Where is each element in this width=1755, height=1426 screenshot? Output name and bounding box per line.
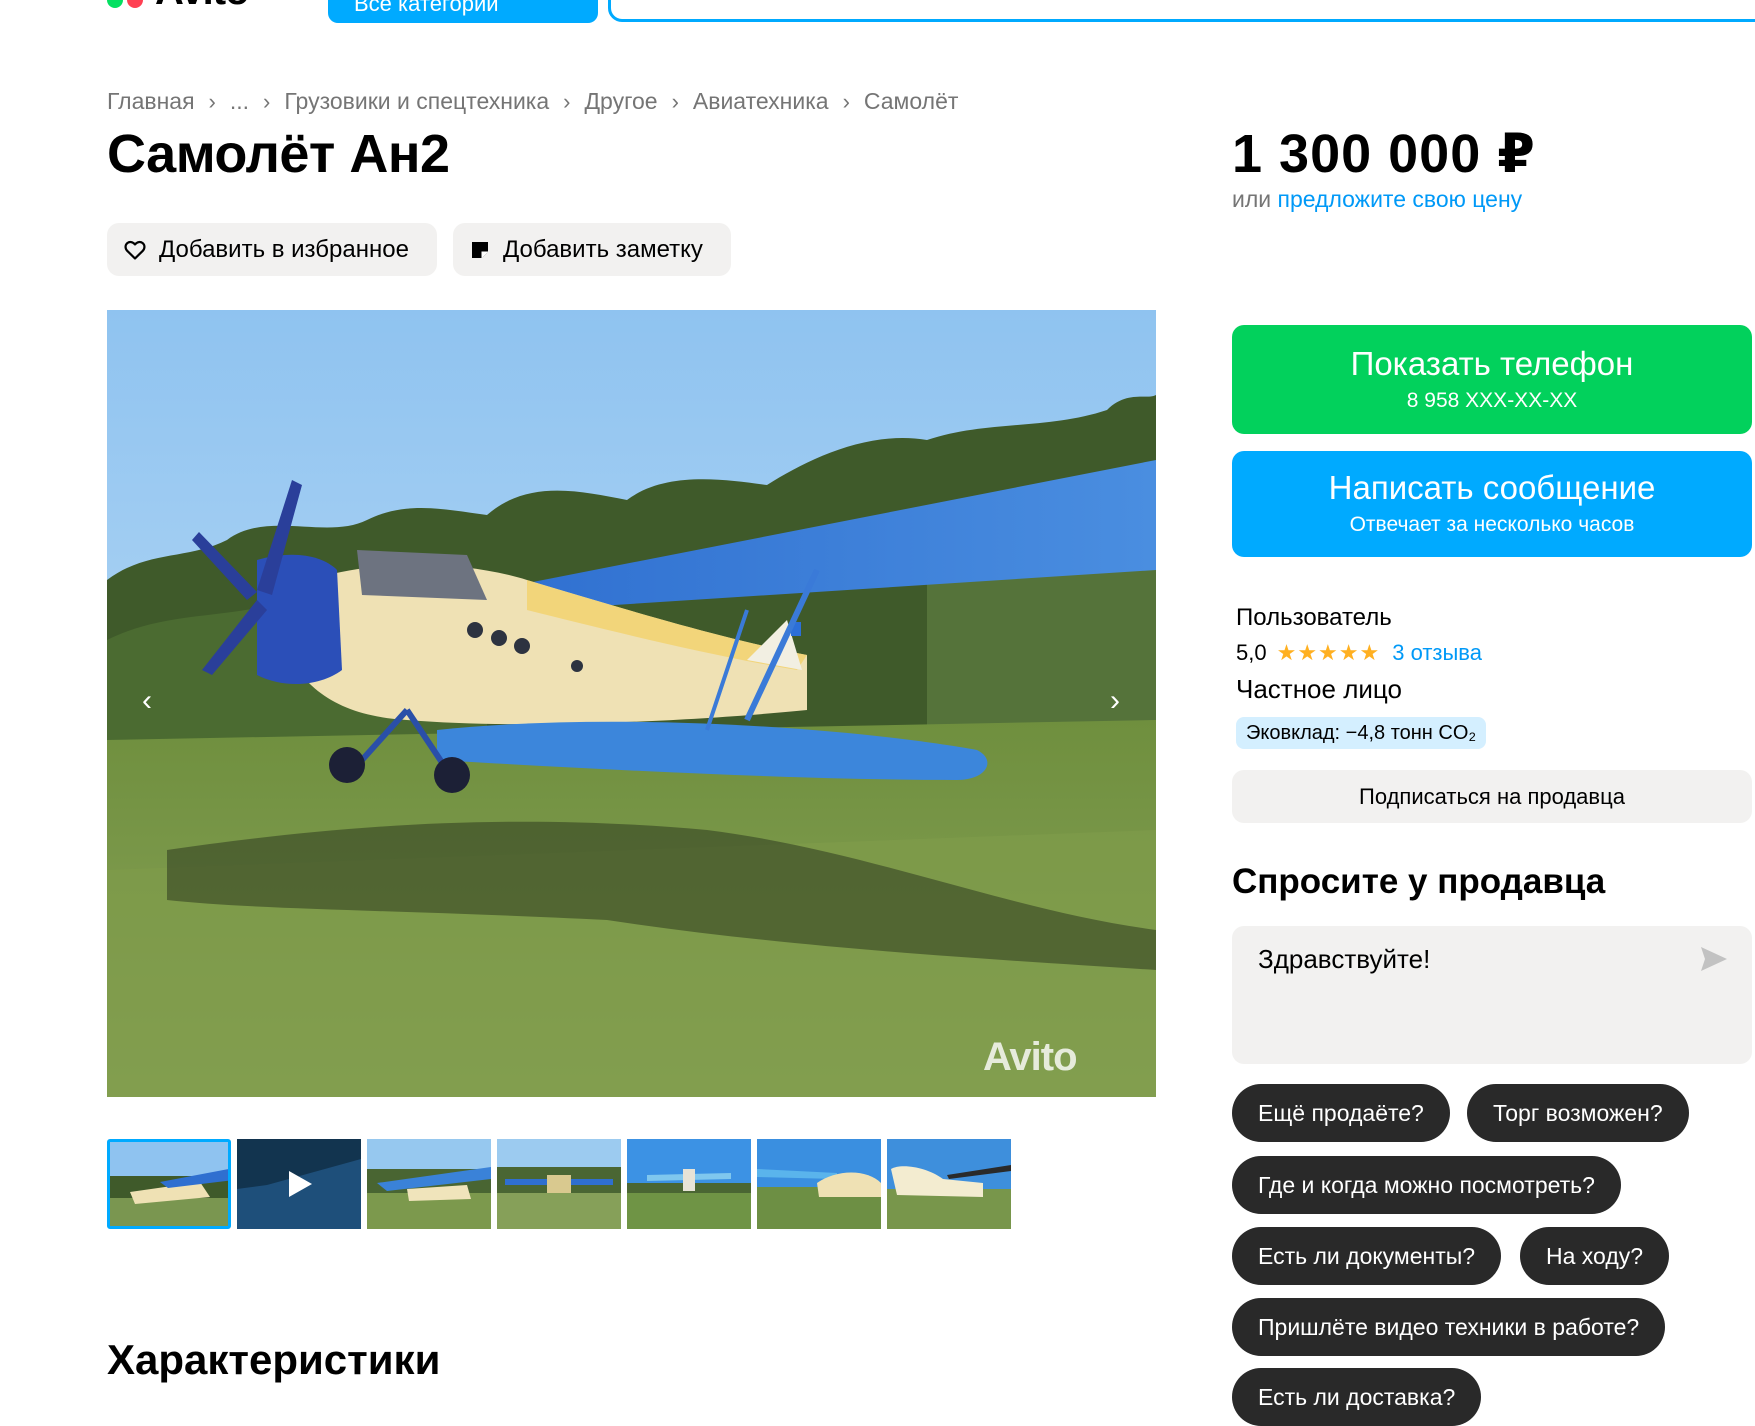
avito-watermark: Avito (983, 1035, 1078, 1079)
breadcrumb: Главная › ... › Грузовики и спецтехника … (107, 88, 958, 115)
airplane-thumbnail-image (757, 1139, 881, 1229)
subscribe-button[interactable]: Подписаться на продавца (1232, 770, 1752, 823)
ask-seller-heading: Спросите у продавца (1232, 862, 1606, 901)
quick-question-chip[interactable]: Ещё продаёте? (1232, 1084, 1450, 1142)
page-title: Самолёт Ан2 (107, 124, 450, 184)
thumbnail-7[interactable] (887, 1139, 1011, 1229)
chevron-right-icon: › (208, 88, 216, 114)
all-categories-button[interactable]: Все категории (328, 0, 598, 23)
heart-icon (124, 240, 146, 260)
airplane-thumbnail-image (367, 1139, 491, 1229)
chevron-right-icon: › (563, 88, 571, 114)
show-phone-label: Показать телефон (1350, 344, 1634, 382)
breadcrumb-home[interactable]: Главная (107, 88, 195, 115)
logo-text: Avito (155, 0, 250, 11)
eco-badge[interactable]: Эковклад: −4,8 тонн CO₂ (1236, 717, 1487, 749)
logo-dot-green (107, 0, 123, 8)
price: 1 300 000 ₽ (1232, 124, 1536, 184)
seller-name[interactable]: Пользователь (1236, 604, 1392, 632)
add-note-button[interactable]: Добавить заметку (453, 223, 731, 276)
chevron-right-icon[interactable]: › (1098, 684, 1132, 718)
airplane-thumbnail-image (627, 1139, 751, 1229)
search-input[interactable] (608, 0, 1755, 22)
quick-question-chip[interactable]: Пришлёте видео техники в работе? (1232, 1298, 1666, 1356)
chevron-left-icon[interactable]: ‹ (130, 684, 164, 718)
breadcrumb-airplane[interactable]: Самолёт (864, 88, 959, 115)
quick-question-chip[interactable]: Есть ли доставка? (1232, 1368, 1482, 1426)
seller-rating: 5,0 ★★★★★ 3 отзыва (1236, 640, 1482, 666)
reply-time: Отвечает за несколько часов (1349, 513, 1635, 536)
show-phone-button[interactable]: Показать телефон 8 958 XXX-XX-XX (1232, 325, 1752, 434)
logo-dot-red (127, 0, 143, 8)
write-message-button[interactable]: Написать сообщение Отвечает за несколько… (1232, 451, 1752, 557)
add-to-favorites-label: Добавить в избранное (159, 235, 409, 263)
characteristics-heading: Характеристики (107, 1336, 441, 1383)
chevron-right-icon: › (263, 88, 271, 114)
star-icon: ★★★★★ (1276, 640, 1381, 665)
offer-prefix: или (1232, 186, 1272, 212)
video-thumbnail[interactable] (237, 1139, 361, 1229)
offer-price-line: или предложите свою цену (1232, 186, 1522, 213)
breadcrumb-trucks[interactable]: Грузовики и спецтехника (284, 88, 549, 115)
airplane-thumbnail-image (497, 1139, 621, 1229)
quick-question-chip[interactable]: На ходу? (1520, 1227, 1670, 1285)
thumbnail-4[interactable] (497, 1139, 621, 1229)
rating-value: 5,0 (1236, 640, 1267, 665)
breadcrumb-aviation[interactable]: Авиатехника (693, 88, 829, 115)
thumbnail-strip (107, 1139, 1011, 1229)
seller-type: Частное лицо (1236, 674, 1402, 704)
main-photo[interactable] (107, 310, 1156, 1097)
thumbnail-3[interactable] (367, 1139, 491, 1229)
airplane-thumbnail-image (887, 1139, 1011, 1229)
thumbnail-5[interactable] (627, 1139, 751, 1229)
chevron-right-icon: › (842, 88, 850, 114)
airplane-thumbnail-image (110, 1142, 228, 1226)
thumbnail-6[interactable] (757, 1139, 881, 1229)
chevron-right-icon: › (671, 88, 679, 114)
airplane-photo-image (107, 310, 1156, 1097)
offer-price-link[interactable]: предложите свою цену (1278, 186, 1523, 212)
phone-masked: 8 958 XXX-XX-XX (1406, 388, 1578, 412)
breadcrumb-ellipsis[interactable]: ... (230, 88, 249, 115)
quick-question-chip[interactable]: Где и когда можно посмотреть? (1232, 1156, 1621, 1214)
write-message-label: Написать сообщение (1328, 469, 1656, 506)
quick-question-chip[interactable]: Есть ли документы? (1232, 1227, 1502, 1285)
send-icon[interactable] (1700, 946, 1728, 972)
quick-question-chip[interactable]: Торг возможен? (1467, 1084, 1689, 1142)
reviews-link[interactable]: 3 отзыва (1392, 640, 1482, 666)
breadcrumb-other[interactable]: Другое (584, 88, 657, 115)
note-icon (472, 241, 488, 258)
thumbnail-1[interactable] (107, 1139, 231, 1229)
add-to-favorites-button[interactable]: Добавить в избранное (107, 223, 437, 276)
ask-seller-text: Здравствуйте! (1258, 944, 1431, 974)
avito-logo[interactable]: Avito (107, 0, 250, 11)
video-thumbnail-image (237, 1139, 361, 1229)
add-note-label: Добавить заметку (503, 235, 703, 263)
